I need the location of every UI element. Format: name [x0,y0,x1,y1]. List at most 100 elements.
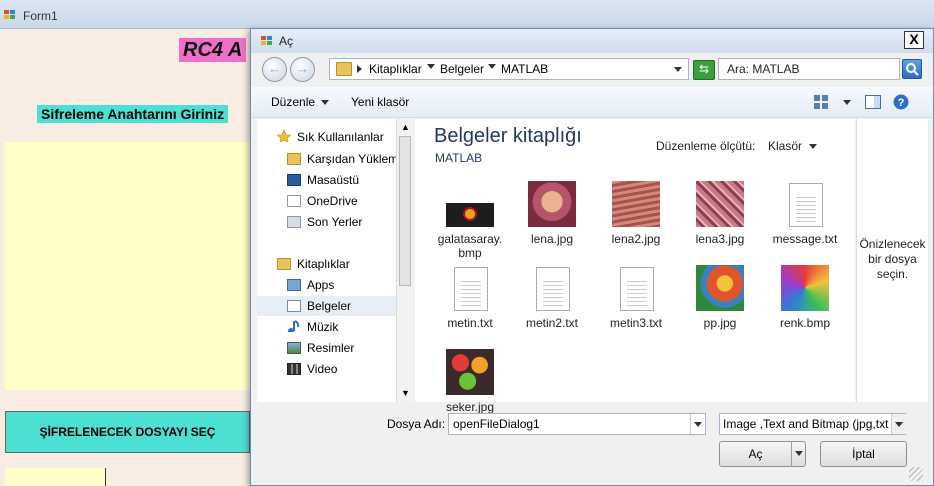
back-button[interactable]: ← [262,57,287,82]
folder-icon [336,62,352,76]
file-item[interactable]: lena.jpg [511,177,593,259]
refresh-button[interactable]: ⇆ [693,60,715,80]
nav-item-apps[interactable]: Apps [257,275,414,295]
text-document-icon [620,267,654,311]
file-item[interactable]: renk.bmp [764,261,846,343]
nav-item-onedrive[interactable]: OneDrive [257,191,414,211]
output-textbox[interactable] [5,468,106,486]
image-thumbnail-icon [446,349,494,395]
nav-item-label: Karşıdan Yüklem [307,152,399,166]
downloads-folder-icon [287,153,301,165]
nav-item-label: Apps [307,278,335,292]
nav-item-downloads[interactable]: Karşıdan Yüklem [257,149,414,169]
back-arrow-icon: ← [268,61,281,76]
breadcrumb-chevron-icon[interactable] [488,64,496,69]
chevron-down-icon [694,422,702,427]
forward-button[interactable]: → [290,57,315,82]
nav-item-recent[interactable]: Son Yerler [257,212,414,232]
search-icon [906,63,919,76]
scroll-up-arrow-icon[interactable]: ▲ [397,119,414,135]
file-list-pane: Belgeler kitaplığı MATLAB Düzenleme ölçü… [415,119,855,414]
image-thumbnail-icon [696,265,744,311]
arrange-dropdown-icon[interactable] [809,144,817,149]
key-label: Sifreleme Anahtarını Giriniz [37,105,229,123]
dialog-title: Aç [279,34,294,48]
command-toolbar: Düzenle Yeni klasör ? [251,87,933,118]
search-button[interactable] [902,59,922,79]
file-item[interactable]: metin2.txt [511,261,593,343]
nav-item-pictures[interactable]: Resimler [257,338,414,358]
address-dropdown-icon[interactable] [674,67,682,72]
resize-grip-icon[interactable] [909,467,923,481]
organize-dropdown-icon[interactable] [321,100,329,105]
nav-item-documents[interactable]: Belgeler [257,296,414,316]
view-dropdown-icon[interactable] [843,100,851,105]
scroll-down-arrow-icon[interactable]: ▼ [397,385,414,401]
file-name: pp.jpg [703,316,737,330]
help-icon[interactable]: ? [893,94,909,110]
file-item[interactable]: message.txt [764,177,846,259]
nav-item-video[interactable]: Video [257,359,414,379]
file-item[interactable]: pp.jpg [679,261,761,343]
filename-input[interactable]: openFileDialog1 [448,413,706,435]
nav-item-label: Müzik [307,320,339,334]
nav-item-desktop[interactable]: Masaüstü [257,170,414,190]
arrange-by-dropdown[interactable]: Klasör [768,139,802,153]
nav-favorites-header[interactable]: Sık Kullanılanlar [257,127,414,147]
nav-libraries-header[interactable]: Kitaplıklar [257,254,414,274]
file-item[interactable]: galatasaray. bmp [429,177,511,260]
organize-menu[interactable]: Düzenle [271,95,315,109]
nav-item-label: Masaüstü [307,173,360,187]
dialog-titlebar: Aç X [251,29,933,53]
breadcrumb-documents[interactable]: Belgeler [440,62,484,76]
image-thumbnail-icon [446,203,494,227]
filename-label: Dosya Adı: [387,417,446,431]
filter-dropdown-button[interactable] [891,414,906,434]
documents-icon [287,300,301,312]
new-folder-button[interactable]: Yeni klasör [351,95,409,109]
open-split-dropdown[interactable] [791,441,807,467]
dialog-close-button[interactable]: X [904,31,924,49]
breadcrumb-libraries[interactable]: Kitaplıklar [369,62,422,76]
file-item[interactable]: metin.txt [429,261,511,343]
view-options-icon[interactable] [814,95,828,109]
nav-item-label: Belgeler [307,299,352,313]
file-item[interactable]: lena2.jpg [595,177,677,259]
libraries-icon [277,258,291,270]
file-name: seker.jpg [445,400,495,414]
apps-icon [287,279,301,291]
file-type-filter-select[interactable]: Image ,Text and Bitmap (jpg,txt [719,413,906,435]
nav-item-music[interactable]: Müzik [257,317,414,337]
refresh-icon: ⇆ [698,62,710,76]
text-document-icon [536,267,570,311]
nav-scrollbar[interactable]: ▲ ▼ [396,119,414,402]
music-icon [288,320,300,332]
nav-favorites-label: Sık Kullanılanlar [297,130,384,144]
file-item[interactable]: lena3.jpg [679,177,761,259]
filename-dropdown-button[interactable] [690,414,706,434]
file-name: metin2.txt [525,316,579,330]
breadcrumb-matlab[interactable]: MATLAB [501,62,548,76]
image-thumbnail-icon [528,181,576,227]
form-window-icon [4,10,16,20]
library-title: Belgeler kitaplığı [434,125,582,147]
nav-item-label: Video [307,362,338,376]
cancel-button[interactable]: İptal [820,441,907,467]
breadcrumb-chevron-icon[interactable] [427,64,435,69]
file-name: metin.txt [447,316,493,330]
image-thumbnail-icon [781,265,829,311]
file-name: metin3.txt [609,316,663,330]
library-subtitle: MATLAB [435,151,483,165]
scroll-thumb[interactable] [399,136,411,286]
search-input[interactable]: Ara: MATLAB [718,58,900,80]
file-name: lena.jpg [530,232,574,246]
file-item[interactable]: metin3.txt [595,261,677,343]
file-name: galatasaray. bmp [437,232,503,260]
key-textarea[interactable] [5,142,250,390]
address-bar[interactable]: Kitaplıklar Belgeler MATLAB [329,58,689,80]
preview-pane-icon[interactable] [865,95,881,109]
form-title: Form1 [23,9,58,23]
nav-item-label: Son Yerler [307,215,363,229]
select-file-to-encrypt-button[interactable]: ŞİFRELENECEK DOSYAYI SEÇ [5,411,250,453]
image-thumbnail-icon [612,181,660,227]
